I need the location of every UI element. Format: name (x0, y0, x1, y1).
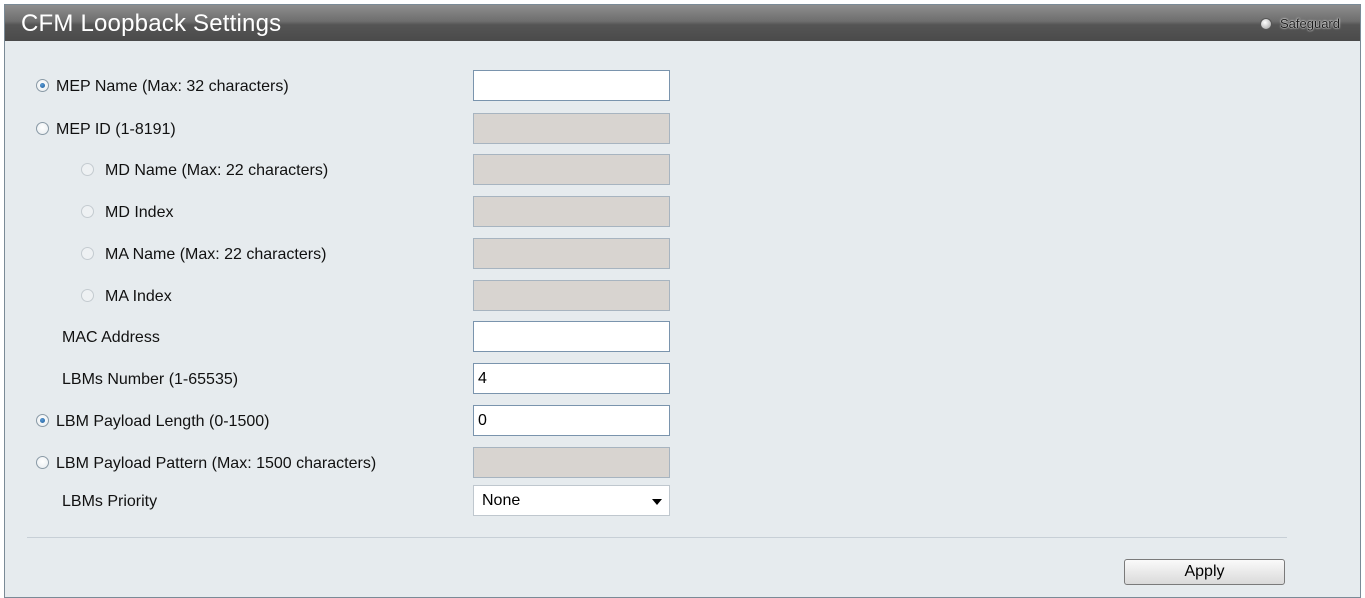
lbms-number-label: LBMs Number (1-65535) (62, 371, 239, 388)
ma-index-radio (81, 289, 94, 302)
md-index-radio (81, 205, 94, 218)
row-lbm-payload-pattern: LBM Payload Pattern (Max: 1500 character… (5, 447, 705, 479)
md-index-input (473, 196, 670, 227)
row-ma-name: MA Name (Max: 22 characters) (5, 238, 705, 270)
row-md-name: MD Name (Max: 22 characters) (5, 154, 705, 186)
lbms-priority-label: LBMs Priority (62, 493, 158, 510)
safeguard-indicator[interactable]: Safeguard (1260, 16, 1340, 31)
lbm-payload-pattern-radio[interactable] (36, 456, 49, 469)
md-index-label: MD Index (105, 204, 174, 221)
lbm-payload-length-input[interactable]: 0 (473, 405, 670, 436)
lbm-payload-pattern-label: LBM Payload Pattern (Max: 1500 character… (56, 455, 377, 472)
mep-name-radio[interactable] (36, 79, 49, 92)
lbms-priority-select[interactable]: None (473, 485, 670, 516)
mac-address-input[interactable] (473, 321, 670, 352)
md-name-radio (81, 163, 94, 176)
ma-name-input (473, 238, 670, 269)
mep-name-input[interactable] (473, 70, 670, 101)
row-lbms-priority: LBMs Priority None (5, 485, 705, 517)
row-mep-id: MEP ID (1-8191) (5, 113, 705, 145)
divider (27, 537, 1287, 538)
dropdown-arrow-icon (652, 499, 662, 505)
row-lbms-number: LBMs Number (1-65535) 4 (5, 363, 705, 395)
lbm-payload-length-label: LBM Payload Length (0-1500) (56, 413, 270, 430)
ma-name-radio (81, 247, 94, 260)
ma-name-label: MA Name (Max: 22 characters) (105, 246, 327, 263)
mep-id-label: MEP ID (1-8191) (56, 121, 176, 138)
mep-id-input (473, 113, 670, 144)
page-title: CFM Loopback Settings (21, 10, 282, 37)
lbms-priority-value: None (482, 492, 521, 509)
mac-address-label: MAC Address (62, 329, 160, 346)
lbm-payload-length-radio[interactable] (36, 414, 49, 427)
row-ma-index: MA Index (5, 280, 705, 312)
title-bar: CFM Loopback Settings Safeguard (5, 5, 1360, 41)
mep-name-label: MEP Name (Max: 32 characters) (56, 78, 289, 95)
md-name-input (473, 154, 670, 185)
apply-button[interactable]: Apply (1124, 559, 1285, 585)
row-mep-name: MEP Name (Max: 32 characters) (5, 70, 705, 102)
ma-index-label: MA Index (105, 288, 172, 305)
row-md-index: MD Index (5, 196, 705, 228)
lbm-payload-pattern-input (473, 447, 670, 478)
mep-id-radio[interactable] (36, 122, 49, 135)
lbms-number-input[interactable]: 4 (473, 363, 670, 394)
safeguard-label: Safeguard (1280, 16, 1340, 31)
row-mac-address: MAC Address (5, 321, 705, 353)
row-lbm-payload-length: LBM Payload Length (0-1500) 0 (5, 405, 705, 437)
cfm-loopback-panel: CFM Loopback Settings Safeguard MEP Name… (4, 4, 1361, 598)
ma-index-input (473, 280, 670, 311)
safeguard-icon (1260, 17, 1272, 30)
md-name-label: MD Name (Max: 22 characters) (105, 162, 329, 179)
